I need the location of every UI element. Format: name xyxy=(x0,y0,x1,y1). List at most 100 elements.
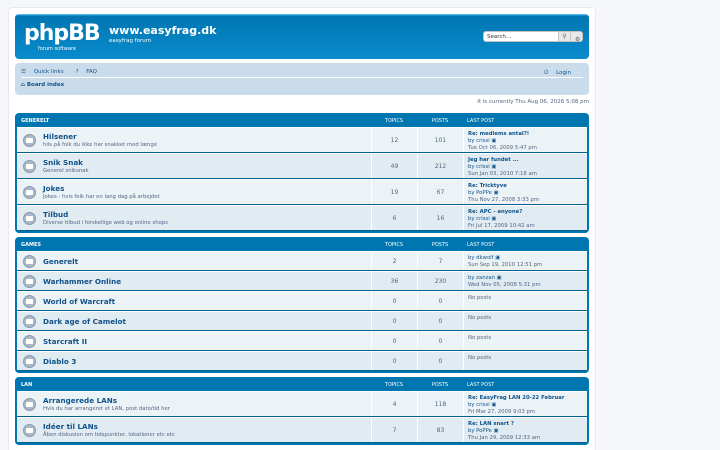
forum-last-post: No posts xyxy=(463,292,587,310)
login-link[interactable]: ⏻ Login xyxy=(544,70,577,77)
forum-info: Dark age of Camelot xyxy=(43,317,126,326)
search-button[interactable]: ⚲ xyxy=(559,31,571,42)
view-latest-icon[interactable]: ▣ xyxy=(494,190,499,196)
board-index-link[interactable]: ⌂ Board index xyxy=(21,82,64,88)
forum-posts-count: 7 xyxy=(417,252,463,270)
forum-row: Generelt 2 7 by dkwolf ▣ Sun Sep 19, 2010 12… xyxy=(17,251,587,271)
forum-info: Tilbud Diverse tilbud i forskellige web o… xyxy=(43,210,168,226)
last-post-author[interactable]: by crissi ▣ xyxy=(468,138,583,145)
forum-read-icon xyxy=(19,211,39,225)
last-post-author[interactable]: by crissi ▣ xyxy=(468,164,583,171)
view-latest-icon[interactable]: ▣ xyxy=(491,138,496,144)
last-post-author[interactable]: by crissi ▣ xyxy=(468,216,583,223)
forum-row: Snik Snak Generel sniksnak 49 212 Jeg har fu… xyxy=(17,153,587,179)
last-post-title[interactable]: Re: Tricktyve xyxy=(468,183,583,190)
last-post-author[interactable]: by PoPPe ▣ xyxy=(468,190,583,197)
category-title[interactable]: GAMES xyxy=(21,242,371,248)
search-input[interactable]: Search… xyxy=(483,31,559,42)
forum-read-icon xyxy=(19,254,39,268)
forum-list: Hilsener hils på folk du ikke har snakket… xyxy=(17,127,587,231)
forum-topics-count: 49 xyxy=(371,154,417,178)
view-latest-icon[interactable]: ▣ xyxy=(491,164,496,170)
forum-description: Diverse tilbud i forskellige web og onli… xyxy=(43,220,168,226)
forum-info: Starcraft II xyxy=(43,337,87,346)
last-post-title[interactable]: Jeg har fundet ... xyxy=(468,157,583,164)
site-title[interactable]: www.easyfrag.dk xyxy=(109,24,216,37)
header-bar: phpBB forum software www.easyfrag.dk eas… xyxy=(15,14,589,59)
last-post-author[interactable]: by dkwolf ▣ xyxy=(468,255,583,262)
topics-header: TOPICS xyxy=(384,242,404,248)
forum-info: World of Warcraft xyxy=(43,297,115,306)
category-title[interactable]: LAN xyxy=(21,382,371,388)
forum-read-icon xyxy=(19,314,39,328)
forum-posts-count: 67 xyxy=(417,180,463,204)
forum-topics-count: 19 xyxy=(371,180,417,204)
forum-posts-count: 118 xyxy=(417,392,463,416)
category-title[interactable]: GENERELT xyxy=(21,118,371,124)
forum-description: Generel sniksnak xyxy=(43,168,89,174)
forum-name[interactable]: Diablo 3 xyxy=(43,357,76,366)
last-post-title[interactable]: Re: medlems antal?! xyxy=(468,131,583,138)
last-post-date: No posts xyxy=(468,315,492,321)
forum-description: Åben diskusion om tidspunkter, lokatione… xyxy=(43,432,175,438)
forum-description: Hvis du har arrangeret et LAN, post dato… xyxy=(43,406,170,412)
view-latest-icon[interactable]: ▣ xyxy=(495,255,500,261)
posts-header: POSTS xyxy=(431,118,449,124)
forum-name[interactable]: Idéer til LANs xyxy=(43,422,175,431)
forum-name[interactable]: World of Warcraft xyxy=(43,297,115,306)
forum-list: Generelt 2 7 by dkwolf ▣ Sun Sep 19, 2010 12… xyxy=(17,251,587,371)
view-latest-icon[interactable]: ▣ xyxy=(491,216,496,222)
last-post-title[interactable]: Re: APC - anyone? xyxy=(468,209,583,216)
forum-row: Hilsener hils på folk du ikke har snakket… xyxy=(17,127,587,153)
forum-main: Starcraft II xyxy=(17,332,371,350)
forum-main: World of Warcraft xyxy=(17,292,371,310)
forum-read-icon xyxy=(19,294,39,308)
forum-info: Idéer til LANs Åben diskusion om tidspunk… xyxy=(43,422,175,438)
forum-posts-count: 0 xyxy=(417,312,463,330)
forum-name[interactable]: Jokes xyxy=(43,184,160,193)
forum-read-icon xyxy=(19,133,39,147)
last-post-author[interactable]: by zanzan ▣ xyxy=(468,275,583,282)
forum-name[interactable]: Warhammer Online xyxy=(43,277,121,286)
forum-name[interactable]: Snik Snak xyxy=(43,158,89,167)
forum-read-icon xyxy=(19,397,39,411)
forum-main: Tilbud Diverse tilbud i forskellige web o… xyxy=(17,206,371,230)
forum-row: Dark age of Camelot 0 0 No posts xyxy=(17,311,587,331)
forum-description: hils på folk du ikke har snakket med læn… xyxy=(43,142,158,148)
last-post-title[interactable]: Re: LAN snart ? xyxy=(468,421,583,428)
forum-main: Warhammer Online xyxy=(17,272,371,290)
last-post-date: Thu Nov 27, 2008 3:33 pm xyxy=(468,196,540,203)
forum-row: Idéer til LANs Åben diskusion om tidspunk… xyxy=(17,417,587,443)
forum-info: Arrangerede LANs Hvis du har arrangeret e… xyxy=(43,396,170,412)
last-post-author-text: by zanzan xyxy=(468,275,495,281)
view-latest-icon[interactable]: ▣ xyxy=(491,402,496,408)
forum-description: Jokes - hvis folk har en lang dag på arb… xyxy=(43,194,160,200)
quick-links-menu[interactable]: ☰ Quick links xyxy=(21,69,70,75)
forum-row: Starcraft II 0 0 No posts xyxy=(17,331,587,351)
forum-name[interactable]: Tilbud xyxy=(43,210,168,219)
forum-posts-count: 0 xyxy=(417,332,463,350)
last-post-author[interactable]: by crissi ▣ xyxy=(468,402,583,409)
view-latest-icon[interactable]: ▣ xyxy=(497,275,502,281)
forum-name[interactable]: Arrangerede LANs xyxy=(43,396,170,405)
forum-name[interactable]: Hilsener xyxy=(43,132,157,141)
forum-main: Snik Snak Generel sniksnak xyxy=(17,154,371,178)
forum-posts-count: 212 xyxy=(417,154,463,178)
view-latest-icon[interactable]: ▣ xyxy=(494,428,499,434)
forum-last-post: by zanzan ▣ Wed Nov 05, 2008 5:31 pm xyxy=(463,272,587,290)
forum-name[interactable]: Dark age of Camelot xyxy=(43,317,126,326)
last-post-author-text: by dkwolf xyxy=(468,255,494,261)
topics-header: TOPICS xyxy=(384,382,404,388)
last-post-date: No posts xyxy=(468,335,492,341)
forum-last-post: Re: APC - anyone? by crissi ▣ Fri Jul 17, … xyxy=(463,206,587,230)
forum-name[interactable]: Starcraft II xyxy=(43,337,87,346)
faq-link[interactable]: ? FAQ xyxy=(76,69,103,75)
forum-name[interactable]: Generelt xyxy=(43,257,78,266)
forum-info: Snik Snak Generel sniksnak xyxy=(43,158,89,174)
last-post-author[interactable]: by PoPPe ▣ xyxy=(468,428,583,435)
phpbb-logo[interactable]: phpBB forum software xyxy=(24,22,104,53)
advanced-search-button[interactable]: ⚙ xyxy=(571,31,583,43)
last-post-title[interactable]: Re: EasyFrag LAN 20-22 Februar xyxy=(468,395,583,402)
last-post-author-text: by crissi xyxy=(468,401,490,408)
posts-header: POSTS xyxy=(431,382,449,388)
